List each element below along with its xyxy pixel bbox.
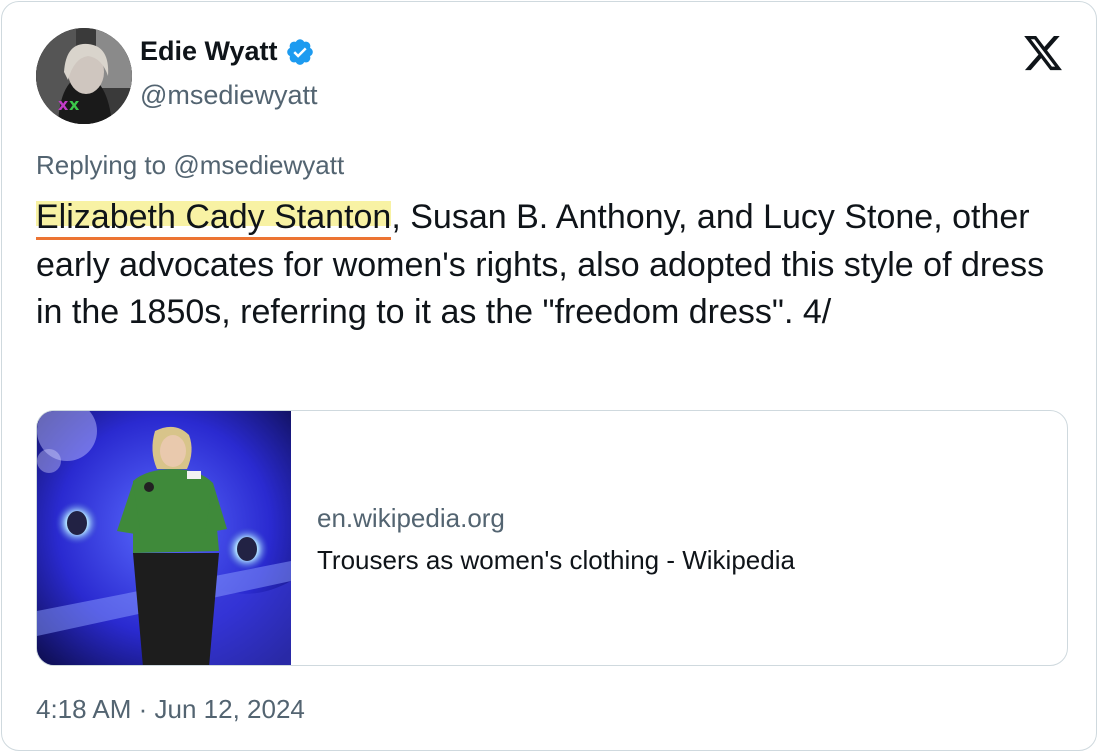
svg-text:x: x	[58, 95, 69, 114]
svg-text:x: x	[69, 95, 80, 114]
replying-to-label: Replying to	[36, 150, 174, 180]
replying-to: Replying to @msediewyatt	[36, 150, 344, 181]
author-display-name[interactable]: Edie Wyatt	[140, 36, 278, 67]
link-preview-card[interactable]: en.wikipedia.org Trousers as women's clo…	[36, 410, 1068, 666]
timestamp[interactable]: 4:18 AM · Jun 12, 2024	[36, 694, 305, 725]
avatar-photo: x x	[36, 28, 132, 124]
x-logo-icon[interactable]	[1020, 32, 1066, 74]
timestamp-date[interactable]: Jun 12, 2024	[155, 694, 305, 724]
link-thumbnail-image	[37, 411, 291, 665]
avatar[interactable]: x x	[36, 28, 132, 124]
timestamp-separator: ·	[131, 694, 155, 724]
link-title[interactable]: Trousers as women's clothing - Wikipedia	[317, 545, 795, 576]
highlighted-name: Elizabeth Cady Stanton	[36, 198, 392, 240]
author-handle[interactable]: @msediewyatt	[140, 80, 317, 111]
link-domain: en.wikipedia.org	[317, 503, 505, 533]
verified-badge-icon	[285, 37, 315, 67]
reply-target-handle[interactable]: @msediewyatt	[173, 150, 344, 180]
timestamp-time[interactable]: 4:18 AM	[36, 694, 131, 724]
author-name-row[interactable]: Edie Wyatt	[140, 36, 315, 67]
tweet-text: Elizabeth Cady Stanton, Susan B. Anthony…	[36, 194, 1076, 337]
tweet-card: x x Edie Wyatt @msediewyatt Replying to …	[1, 1, 1097, 751]
